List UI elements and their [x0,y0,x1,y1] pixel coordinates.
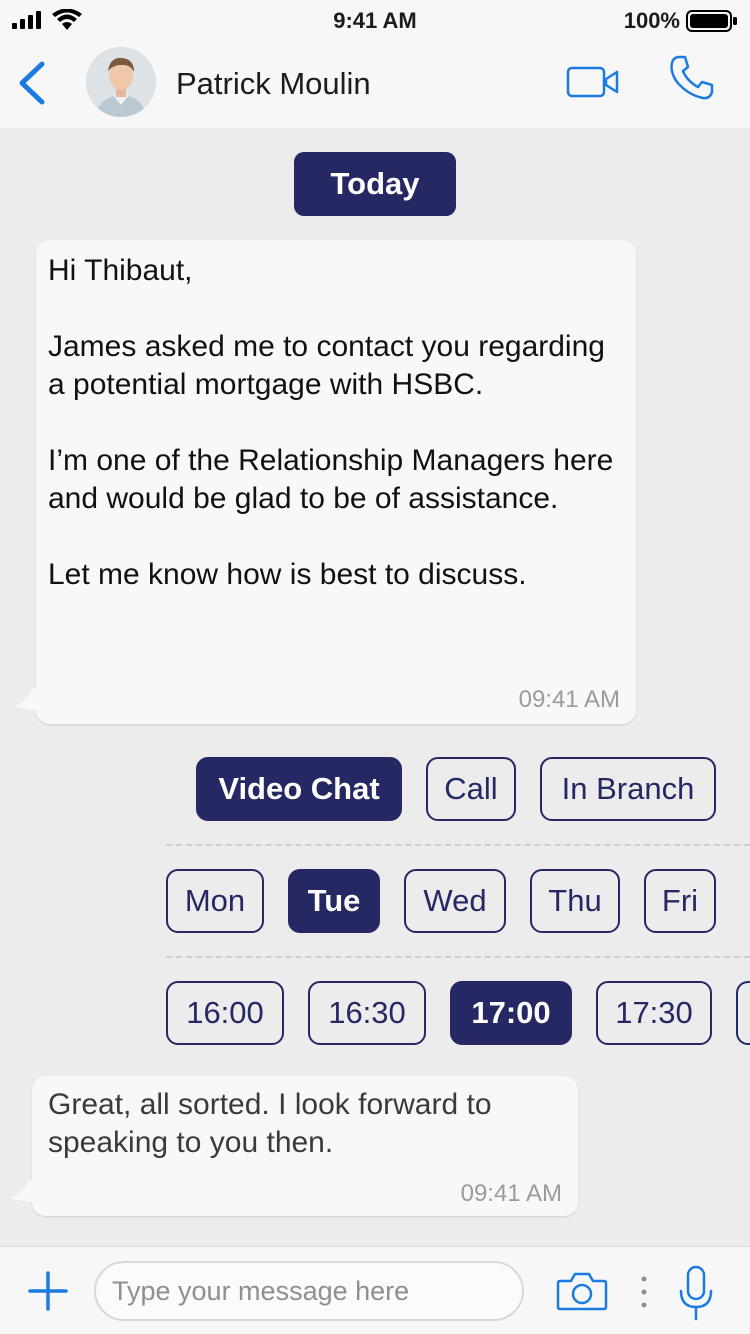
time-1700-button[interactable]: 17:00 [450,981,572,1045]
incoming-message: Great, all sorted. I look forward to spe… [10,1076,578,1216]
message-timestamp: 09:41 AM [518,686,620,713]
message-timestamp: 09:41 AM [460,1180,562,1207]
message-text: Hi Thibaut, James asked me to contact yo… [48,254,614,591]
divider [166,844,750,846]
bubble-tail [10,1180,40,1202]
phone-icon[interactable] [668,54,716,102]
video-camera-icon[interactable] [566,65,620,99]
chat-header: Patrick Moulin [0,40,750,128]
day-thu-button[interactable]: Thu [530,869,620,933]
date-separator: Today [294,152,456,216]
incoming-message: Hi Thibaut, James asked me to contact yo… [14,240,636,724]
time-1630-button[interactable]: 16:30 [308,981,426,1045]
day-fri-button[interactable]: Fri [644,869,716,933]
status-bar: 9:41 AM 100% [0,0,750,40]
time-1730-button[interactable]: 17:30 [596,981,712,1045]
time-overflow-chip[interactable] [736,981,750,1045]
day-tue-button[interactable]: Tue [288,869,380,933]
option-in-branch-button[interactable]: In Branch [540,757,716,821]
contact-name: Patrick Moulin [176,66,371,101]
day-wed-button[interactable]: Wed [404,869,506,933]
message-composer [0,1246,750,1334]
camera-icon[interactable] [556,1271,608,1311]
plus-icon[interactable] [28,1271,68,1311]
option-call-button[interactable]: Call [426,757,516,821]
message-input[interactable] [94,1261,524,1321]
microphone-icon[interactable] [678,1265,714,1321]
time-1600-button[interactable]: 16:00 [166,981,284,1045]
more-vertical-icon[interactable] [636,1275,652,1309]
bubble-tail [14,688,44,710]
message-text: Great, all sorted. I look forward to spe… [48,1088,492,1159]
battery-percent: 100% [623,8,680,33]
avatar-portrait [86,47,156,117]
day-mon-button[interactable]: Mon [166,869,264,933]
divider [166,956,750,958]
back-chevron-icon[interactable] [14,60,48,106]
avatar[interactable] [86,47,156,117]
battery-icon [686,10,737,32]
option-video-chat-button[interactable]: Video Chat [196,757,402,821]
